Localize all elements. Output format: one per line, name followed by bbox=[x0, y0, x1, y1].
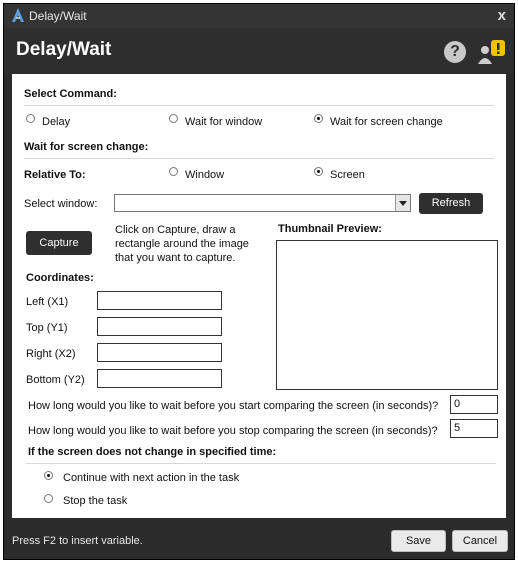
content-panel: Select Command: Delay Wait for window Wa… bbox=[12, 74, 506, 518]
radio-delay-label[interactable]: Delay bbox=[42, 116, 70, 128]
coordinates-heading: Coordinates: bbox=[26, 272, 94, 284]
left-x1-label: Left (X1) bbox=[26, 296, 69, 308]
radio-wait-for-window-label[interactable]: Wait for window bbox=[185, 116, 262, 128]
radio-stop-task-label[interactable]: Stop the task bbox=[63, 495, 127, 507]
wait-stop-input[interactable]: 5 bbox=[450, 419, 498, 438]
radio-continue-next-action[interactable] bbox=[44, 471, 53, 480]
wait-start-input[interactable]: 0 bbox=[450, 395, 498, 414]
top-y1-input[interactable] bbox=[97, 317, 222, 336]
f2-hint: Press F2 to insert variable. bbox=[12, 535, 143, 547]
relative-to-label: Relative To: bbox=[24, 169, 86, 181]
radio-window-label[interactable]: Window bbox=[185, 169, 224, 181]
wait-stop-question: How long would you like to wait before y… bbox=[28, 425, 438, 437]
divider bbox=[26, 463, 496, 464]
radio-stop-task[interactable] bbox=[44, 494, 53, 503]
radio-delay[interactable] bbox=[26, 114, 35, 123]
divider bbox=[24, 158, 494, 159]
left-x1-input[interactable] bbox=[97, 291, 222, 310]
user-warning-icon[interactable] bbox=[476, 38, 506, 66]
chevron-down-icon[interactable] bbox=[395, 195, 410, 211]
close-icon[interactable]: x bbox=[498, 7, 506, 24]
radio-wait-for-screen-change-label[interactable]: Wait for screen change bbox=[330, 116, 443, 128]
select-window-label: Select window: bbox=[24, 198, 98, 210]
capture-instruction-line-3: that you want to capture. bbox=[115, 252, 236, 264]
right-x2-label: Right (X2) bbox=[26, 348, 76, 360]
radio-wait-for-window[interactable] bbox=[169, 114, 178, 123]
title-bar[interactable]: Delay/Wait x bbox=[4, 4, 514, 28]
capture-button[interactable]: Capture bbox=[26, 231, 92, 255]
thumbnail-preview-label: Thumbnail Preview: bbox=[278, 223, 382, 235]
dialog-footer: Press F2 to insert variable. Save Cancel bbox=[4, 518, 514, 559]
divider bbox=[24, 105, 494, 106]
top-y1-label: Top (Y1) bbox=[26, 322, 68, 334]
bottom-y2-label: Bottom (Y2) bbox=[26, 374, 85, 386]
radio-screen-label[interactable]: Screen bbox=[330, 169, 365, 181]
app-logo-icon bbox=[12, 8, 24, 22]
dialog-header: Delay/Wait ? bbox=[4, 28, 514, 74]
select-window-dropdown[interactable] bbox=[114, 194, 411, 212]
wait-start-question: How long would you like to wait before y… bbox=[28, 400, 439, 412]
no-change-heading: If the screen does not change in specifi… bbox=[28, 446, 277, 458]
refresh-button[interactable]: Refresh bbox=[419, 193, 483, 214]
save-button[interactable]: Save bbox=[391, 530, 446, 552]
radio-wait-for-screen-change[interactable] bbox=[314, 114, 323, 123]
select-command-heading: Select Command: bbox=[24, 88, 117, 100]
right-x2-input[interactable] bbox=[97, 343, 222, 362]
bottom-y2-input[interactable] bbox=[97, 369, 222, 388]
page-title: Delay/Wait bbox=[16, 39, 112, 60]
radio-window[interactable] bbox=[169, 167, 178, 176]
radio-continue-next-action-label[interactable]: Continue with next action in the task bbox=[63, 472, 239, 484]
capture-instruction-line-2: rectangle around the image bbox=[115, 238, 249, 250]
radio-screen[interactable] bbox=[314, 167, 323, 176]
cancel-button[interactable]: Cancel bbox=[452, 530, 508, 552]
section-title: Wait for screen change: bbox=[24, 141, 149, 153]
dialog-window: Delay/Wait x Delay/Wait ? Select Command… bbox=[3, 3, 515, 560]
thumbnail-preview bbox=[276, 240, 498, 390]
help-icon[interactable]: ? bbox=[444, 41, 466, 63]
capture-instruction-line-1: Click on Capture, draw a bbox=[115, 224, 236, 236]
window-title: Delay/Wait bbox=[29, 9, 87, 23]
